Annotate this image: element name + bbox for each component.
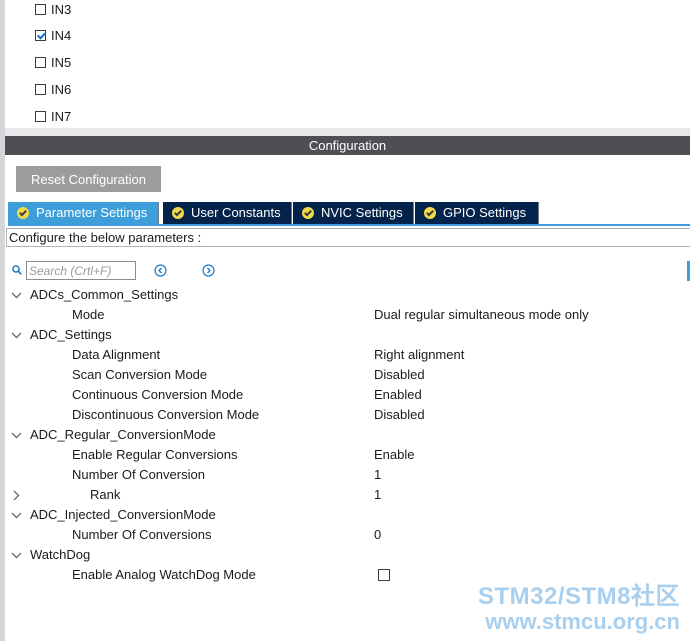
- group-label: ADC_Injected_ConversionMode: [30, 507, 216, 522]
- param-value[interactable]: Enable: [374, 445, 414, 465]
- group-label: ADCs_Common_Settings: [30, 287, 179, 302]
- chevron-down-icon[interactable]: [11, 430, 22, 441]
- panel-divider[interactable]: [5, 128, 690, 136]
- tab-underline: [8, 224, 690, 226]
- param-label: Number Of Conversions: [72, 527, 212, 542]
- channel-label-in3: IN3: [51, 1, 72, 17]
- tab-label: GPIO Settings: [443, 205, 527, 220]
- search-input[interactable]: [26, 261, 136, 280]
- check-circle-icon: [17, 207, 29, 219]
- check-circle-icon: [424, 207, 436, 219]
- input-channels-panel: IN3 IN4 IN5 IN6 IN7: [5, 0, 690, 128]
- param-value[interactable]: 1: [374, 465, 381, 485]
- search-icon[interactable]: [12, 265, 22, 275]
- tree-group-watchdog[interactable]: WatchDog: [0, 545, 690, 565]
- checkbox-in3[interactable]: [35, 3, 46, 15]
- check-circle-icon: [172, 207, 184, 219]
- tree-group-adcs-common-settings[interactable]: ADCs_Common_Settings: [0, 285, 690, 305]
- chevron-down-icon[interactable]: [11, 550, 22, 561]
- tree-row-enable-analog-watchdog-mode[interactable]: Enable Analog WatchDog Mode: [0, 565, 690, 585]
- param-value[interactable]: Disabled: [374, 365, 425, 385]
- channel-row-in5[interactable]: IN5: [35, 53, 71, 71]
- checkbox-in7[interactable]: [35, 110, 46, 122]
- checkbox-in6[interactable]: [35, 83, 46, 95]
- tree-row-mode[interactable]: Mode Dual regular simultaneous mode only: [0, 305, 690, 325]
- tree-row-number-of-conversion[interactable]: Number Of Conversion 1: [0, 465, 690, 485]
- tree-row-discontinuous-conversion-mode[interactable]: Discontinuous Conversion Mode Disabled: [0, 405, 690, 425]
- configuration-header: Configuration: [5, 136, 690, 155]
- channel-label-in6: IN6: [51, 81, 72, 97]
- param-value[interactable]: Right alignment: [374, 345, 464, 365]
- tab-nvic-settings[interactable]: NVIC Settings: [293, 202, 414, 224]
- watermark-url: www.stmcu.org.cn: [485, 609, 680, 634]
- param-value[interactable]: Dual regular simultaneous mode only: [374, 305, 589, 325]
- tree-group-adc-settings[interactable]: ADC_Settings: [0, 325, 690, 345]
- param-label: Discontinuous Conversion Mode: [72, 407, 260, 422]
- tab-label: Parameter Settings: [36, 205, 148, 220]
- param-label: Number Of Conversion: [72, 467, 205, 482]
- tree-row-continuous-conversion-mode[interactable]: Continuous Conversion Mode Enabled: [0, 385, 690, 405]
- channel-label-in5: IN5: [51, 54, 72, 70]
- param-value[interactable]: 1: [374, 485, 381, 505]
- reset-configuration-button[interactable]: Reset Configuration: [16, 166, 161, 192]
- tab-label: NVIC Settings: [321, 205, 403, 220]
- watermark: STM32/STM8社区 www.stmcu.org.cn: [478, 584, 680, 634]
- param-label: Enable Regular Conversions: [72, 447, 238, 462]
- tree-row-data-alignment[interactable]: Data Alignment Right alignment: [0, 345, 690, 365]
- group-label: WatchDog: [30, 547, 91, 562]
- watchdog-checkbox[interactable]: [378, 569, 390, 581]
- channel-row-in3[interactable]: IN3: [35, 0, 71, 18]
- tree-row-rank[interactable]: Rank 1: [0, 485, 690, 505]
- chevron-down-icon[interactable]: [11, 330, 22, 341]
- checkbox-in4[interactable]: [35, 29, 46, 41]
- tab-parameter-settings[interactable]: Parameter Settings: [8, 202, 159, 224]
- param-value[interactable]: Disabled: [374, 405, 425, 425]
- channel-row-in4[interactable]: IN4: [35, 26, 71, 44]
- tab-gpio-settings[interactable]: GPIO Settings: [415, 202, 539, 224]
- next-result-icon[interactable]: [202, 264, 215, 277]
- param-label: Continuous Conversion Mode: [72, 387, 244, 402]
- channel-row-in7[interactable]: IN7: [35, 107, 71, 125]
- param-label: Data Alignment: [72, 347, 161, 362]
- tab-user-constants[interactable]: User Constants: [163, 202, 292, 224]
- group-label: ADC_Settings: [30, 327, 112, 342]
- tree-row-enable-regular-conversions[interactable]: Enable Regular Conversions Enable: [0, 445, 690, 465]
- channel-row-in6[interactable]: IN6: [35, 80, 71, 98]
- tree-row-scan-conversion-mode[interactable]: Scan Conversion Mode Disabled: [0, 365, 690, 385]
- watermark-title: STM32/STM8社区: [477, 583, 680, 610]
- param-value[interactable]: 0: [374, 525, 381, 545]
- chevron-down-icon[interactable]: [11, 510, 22, 521]
- param-value[interactable]: Enabled: [374, 385, 422, 405]
- chevron-right-icon[interactable]: [11, 490, 22, 501]
- param-label: Mode: [72, 307, 105, 322]
- tree-row-number-of-conversions[interactable]: Number Of Conversions 0: [0, 525, 690, 545]
- check-circle-icon: [302, 207, 314, 219]
- channel-label-in4: IN4: [51, 27, 72, 43]
- channel-label-in7: IN7: [51, 108, 72, 124]
- group-label: ADC_Regular_ConversionMode: [30, 427, 216, 442]
- tree-group-adc-regular-conversionmode[interactable]: ADC_Regular_ConversionMode: [0, 425, 690, 445]
- tree-group-adc-injected-conversionmode[interactable]: ADC_Injected_ConversionMode: [0, 505, 690, 525]
- param-label: Scan Conversion Mode: [72, 367, 208, 382]
- previous-result-icon[interactable]: [154, 264, 167, 277]
- checkbox-in5[interactable]: [35, 56, 46, 68]
- tab-label: User Constants: [191, 205, 281, 220]
- param-label: Rank: [90, 487, 121, 502]
- param-label: Enable Analog WatchDog Mode: [72, 567, 256, 582]
- chevron-down-icon[interactable]: [11, 290, 22, 301]
- configure-hint: Configure the below parameters :: [6, 228, 690, 247]
